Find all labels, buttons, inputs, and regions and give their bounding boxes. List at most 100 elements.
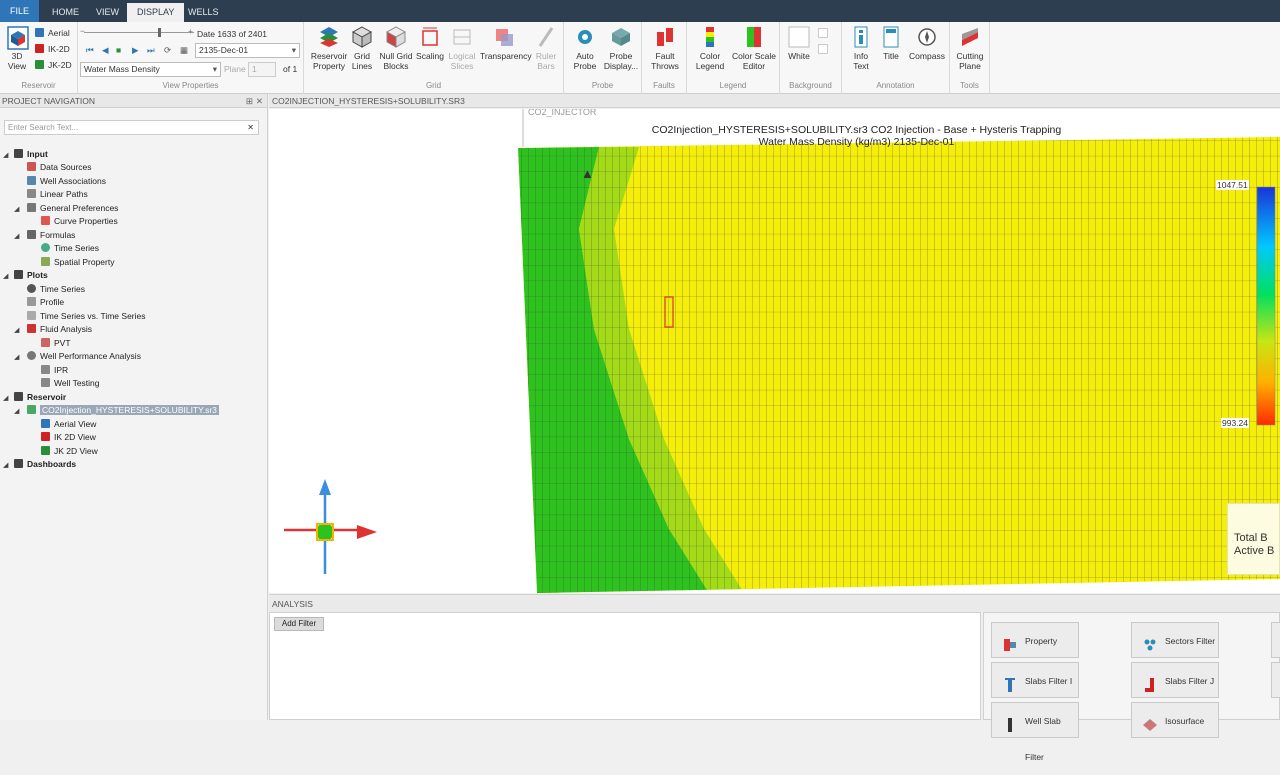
collapse-icon[interactable]: ◢	[14, 407, 19, 415]
background-swatch-2[interactable]	[818, 44, 828, 54]
grid-lines-button[interactable]: Grid Lines	[350, 26, 374, 71]
tree-item-well-performance-analysis[interactable]: Well Performance Analysis	[27, 350, 141, 363]
stop-icon[interactable]: ■	[116, 45, 121, 55]
3d-view-label: 3D View	[7, 51, 27, 71]
title-button[interactable]: Title	[878, 26, 904, 61]
tree-item-sr3-file[interactable]: CO2Injection_HYSTERESIS+SOLUBILITY.sr3	[27, 404, 219, 417]
tree-item-label: Time Series vs. Time Series	[40, 311, 146, 321]
compass-button[interactable]: Compass	[908, 26, 946, 61]
tree-item-well-associations[interactable]: Well Associations	[27, 175, 106, 188]
auto-probe-button[interactable]: Auto Probe	[568, 26, 602, 71]
tab-home[interactable]: HOME	[42, 3, 89, 22]
refresh-icon[interactable]: ⟳	[164, 45, 171, 56]
folder-icon	[14, 270, 23, 279]
tree-item-spatial-property[interactable]: Spatial Property	[41, 256, 114, 269]
tree-item-aerial-view[interactable]: Aerial View	[41, 418, 96, 431]
previous-icon[interactable]: ◀	[102, 45, 109, 56]
tab-wells[interactable]: WELLS	[178, 3, 229, 22]
jk2d-label: JK-2D	[48, 60, 72, 70]
null-grid-blocks-button[interactable]: Null Grid Blocks	[378, 26, 414, 71]
calendar-icon[interactable]: ▦	[180, 45, 188, 56]
play-icon[interactable]: ▶	[132, 45, 139, 56]
plane-input[interactable]: 1	[248, 62, 276, 77]
white-background-button[interactable]: White	[784, 26, 814, 61]
collapse-icon[interactable]: ◢	[14, 353, 19, 361]
ruler-bars-button[interactable]: Ruler Bars	[532, 26, 560, 71]
tree-item-reservoir[interactable]: Reservoir	[14, 391, 66, 404]
title-label: Title	[883, 51, 899, 61]
clock-icon	[41, 243, 50, 252]
tree-item-formulas[interactable]: Formulas	[27, 229, 75, 242]
tree-item-ipr[interactable]: IPR	[41, 364, 68, 377]
isosurface-button[interactable]: Isosurface	[1131, 702, 1219, 738]
filter-button-partial[interactable]	[1271, 622, 1280, 658]
tab-display[interactable]: DISPLAY	[127, 3, 185, 22]
add-filter-button[interactable]: Add Filter	[274, 617, 324, 631]
color-legend-button[interactable]: Color Legend	[691, 26, 729, 71]
property-select[interactable]: Water Mass Density ▾	[80, 62, 221, 77]
probe-display-button[interactable]: Probe Display...	[602, 26, 640, 71]
collapse-icon[interactable]: ◢	[14, 205, 19, 213]
tab-view[interactable]: VIEW	[86, 3, 129, 22]
first-frame-icon[interactable]: ⏮	[86, 45, 94, 56]
tree-item-pvt[interactable]: PVT	[41, 337, 71, 350]
color-scale-editor-button[interactable]: Color Scale Editor	[731, 26, 777, 71]
time-slider[interactable]: − +	[80, 26, 194, 37]
logical-slices-button[interactable]: Logical Slices	[445, 26, 479, 71]
collapse-icon[interactable]: ◢	[3, 461, 8, 469]
last-frame-icon[interactable]: ⏭	[147, 45, 155, 56]
filter-button-partial[interactable]	[1271, 662, 1280, 698]
well-slab-filter-button[interactable]: Well Slab Filter	[991, 702, 1079, 762]
tree-item-jk-2d-view[interactable]: JK 2D View	[41, 445, 98, 458]
tree-item-well-testing[interactable]: Well Testing	[41, 377, 100, 390]
filter-buttons-panel: Property Filter Sectors Filter Slabs Fil…	[983, 612, 1280, 762]
aerial-button[interactable]: Aerial	[35, 28, 70, 38]
collapse-icon[interactable]: ◢	[3, 151, 8, 159]
tree-item-linear-paths[interactable]: Linear Paths	[27, 188, 88, 201]
date-select[interactable]: 2135-Dec-01 ▾	[195, 43, 300, 58]
reservoir-property-button[interactable]: Reservoir Property	[308, 26, 350, 71]
ribbon-group-legend: Color Legend Color Scale Editor Legend	[687, 22, 780, 94]
collapse-icon[interactable]: ◢	[3, 272, 8, 280]
nav-search-input[interactable]: Enter Search Text... ✕	[4, 120, 259, 135]
document-tab[interactable]: CO2INJECTION_HYSTERESIS+SOLUBILITY.SR3	[269, 94, 1280, 108]
tree-item-time-series-formula[interactable]: Time Series	[41, 242, 99, 255]
grid-surface	[518, 137, 1280, 593]
info-text-box[interactable]: Total B Active B	[1227, 503, 1280, 575]
tree-item-plots[interactable]: Plots	[14, 269, 48, 282]
collapse-icon[interactable]: ◢	[14, 326, 19, 334]
pin-icon[interactable]: ⊞	[246, 94, 253, 108]
tree-item-profile[interactable]: Profile	[27, 296, 64, 309]
faults-group-label: Faults	[653, 81, 675, 90]
sectors-filter-button[interactable]: Sectors Filter	[1131, 622, 1219, 658]
collapse-icon[interactable]: ◢	[3, 394, 8, 402]
tree-item-fluid-analysis[interactable]: Fluid Analysis	[27, 323, 92, 336]
tree-item-time-series-plot[interactable]: Time Series	[27, 283, 85, 296]
info-text-button[interactable]: Info Text	[848, 26, 874, 71]
tree-item-ik-2d-view[interactable]: IK 2D View	[41, 431, 96, 444]
fault-throws-button[interactable]: Fault Throws	[646, 26, 684, 71]
tree-item-input[interactable]: Input	[14, 148, 48, 161]
tab-file[interactable]: FILE	[0, 0, 40, 22]
reservoir-3d-view[interactable]: CO2_INJECTOR CO2Injection_HYSTERESIS+SOL…	[269, 109, 1280, 593]
tree-item-label: Aerial View	[54, 419, 97, 429]
tree-item-time-series-vs-time-series[interactable]: Time Series vs. Time Series	[27, 310, 146, 323]
close-icon[interactable]: ✕	[256, 94, 263, 108]
slabs-filter-i-button[interactable]: Slabs Filter I	[991, 662, 1079, 698]
ik2d-button[interactable]: IK-2D	[35, 44, 70, 54]
tree-item-data-sources[interactable]: Data Sources	[27, 161, 92, 174]
3d-view-button[interactable]: 3D View	[4, 26, 30, 71]
tree-item-curve-properties[interactable]: Curve Properties	[41, 215, 118, 228]
background-swatch-1[interactable]	[818, 28, 828, 38]
collapse-icon[interactable]: ◢	[14, 232, 19, 240]
jk2d-button[interactable]: JK-2D	[35, 60, 72, 70]
tree-item-dashboards[interactable]: Dashboards	[14, 458, 76, 471]
tree-item-general-preferences[interactable]: General Preferences	[27, 202, 118, 215]
cutting-plane-button[interactable]: Cutting Plane	[952, 26, 988, 71]
transparency-button[interactable]: Transparency	[480, 26, 532, 61]
clear-search-icon[interactable]: ✕	[247, 121, 254, 134]
null-blocks-icon	[385, 26, 407, 48]
scaling-button[interactable]: Scaling	[415, 26, 445, 61]
slabs-filter-j-button[interactable]: Slabs Filter J	[1131, 662, 1219, 698]
property-filter-button[interactable]: Property Filter	[991, 622, 1079, 682]
